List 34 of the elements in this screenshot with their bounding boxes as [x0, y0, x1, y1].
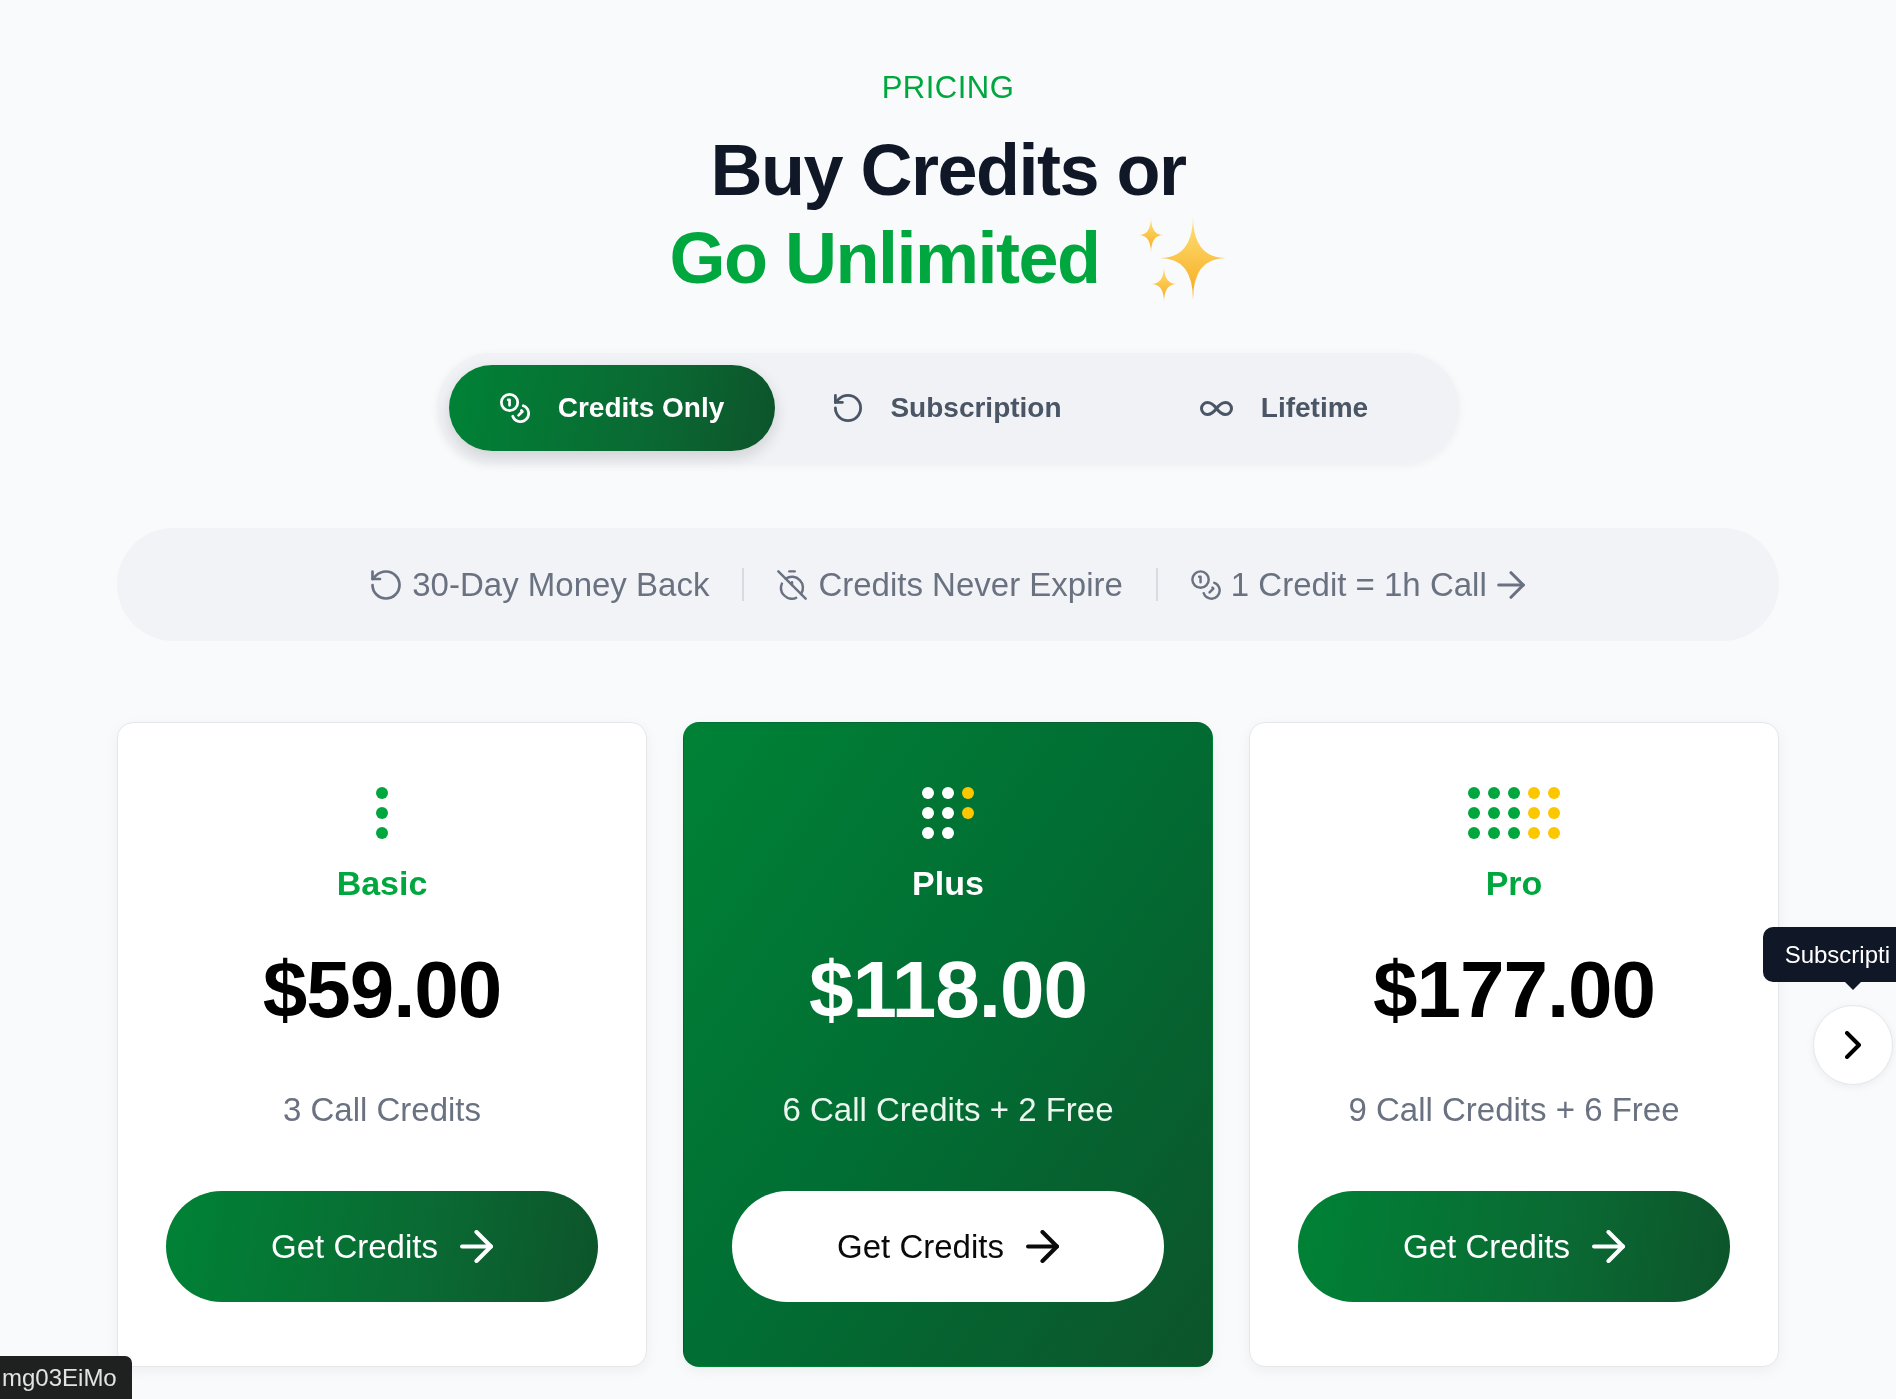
plan-tab[interactable]: Credits Only: [449, 365, 775, 451]
plan-price: $118.00: [809, 946, 1087, 1034]
dot-grid-icon: [1468, 787, 1560, 839]
dot-grid-icon: [376, 787, 388, 839]
status-url: mg03EiMo: [0, 1356, 132, 1399]
plan-price: $59.00: [262, 946, 502, 1034]
dot-grid-icon: [922, 787, 974, 839]
infinity-icon: [1199, 400, 1233, 416]
coins-icon: [499, 393, 530, 423]
coins-icon: [1190, 569, 1221, 600]
get-credits-button[interactable]: Get Credits: [1298, 1191, 1730, 1302]
plan-name: Plus: [912, 863, 984, 904]
plan-credits: 6 Call Credits + 2 Free: [782, 1090, 1114, 1130]
plan-name: Basic: [336, 863, 428, 904]
get-credits-button[interactable]: Get Credits: [166, 1191, 598, 1302]
feature-text: Credits Never Expire: [818, 565, 1123, 604]
eyebrow-label: PRICING: [881, 70, 1015, 106]
refresh-icon: [371, 569, 402, 600]
get-credits-button[interactable]: Get Credits: [732, 1191, 1164, 1302]
plan-name: Pro: [1485, 863, 1543, 904]
plan-tab[interactable]: Subscription: [785, 365, 1111, 451]
tooltip: Subscripti: [1762, 927, 1896, 982]
chevron-right-icon: [1845, 1031, 1861, 1059]
refresh-icon: [834, 394, 863, 422]
headline: Buy Credits or: [710, 129, 1186, 212]
plan-credits: 9 Call Credits + 6 Free: [1348, 1090, 1680, 1130]
plan-price: $177.00: [1372, 946, 1656, 1034]
feature-link[interactable]: 1 Credit = 1h Call: [1190, 565, 1525, 604]
timer-off-icon: [777, 569, 808, 600]
headline-accent: Go Unlimited: [669, 217, 1100, 300]
feature-text: 30-Day Money Back: [412, 565, 710, 604]
plan-credits: 3 Call Credits: [282, 1090, 482, 1130]
tooltip-pointer-icon: [1845, 982, 1861, 990]
plan-tab[interactable]: Lifetime: [1121, 365, 1447, 451]
